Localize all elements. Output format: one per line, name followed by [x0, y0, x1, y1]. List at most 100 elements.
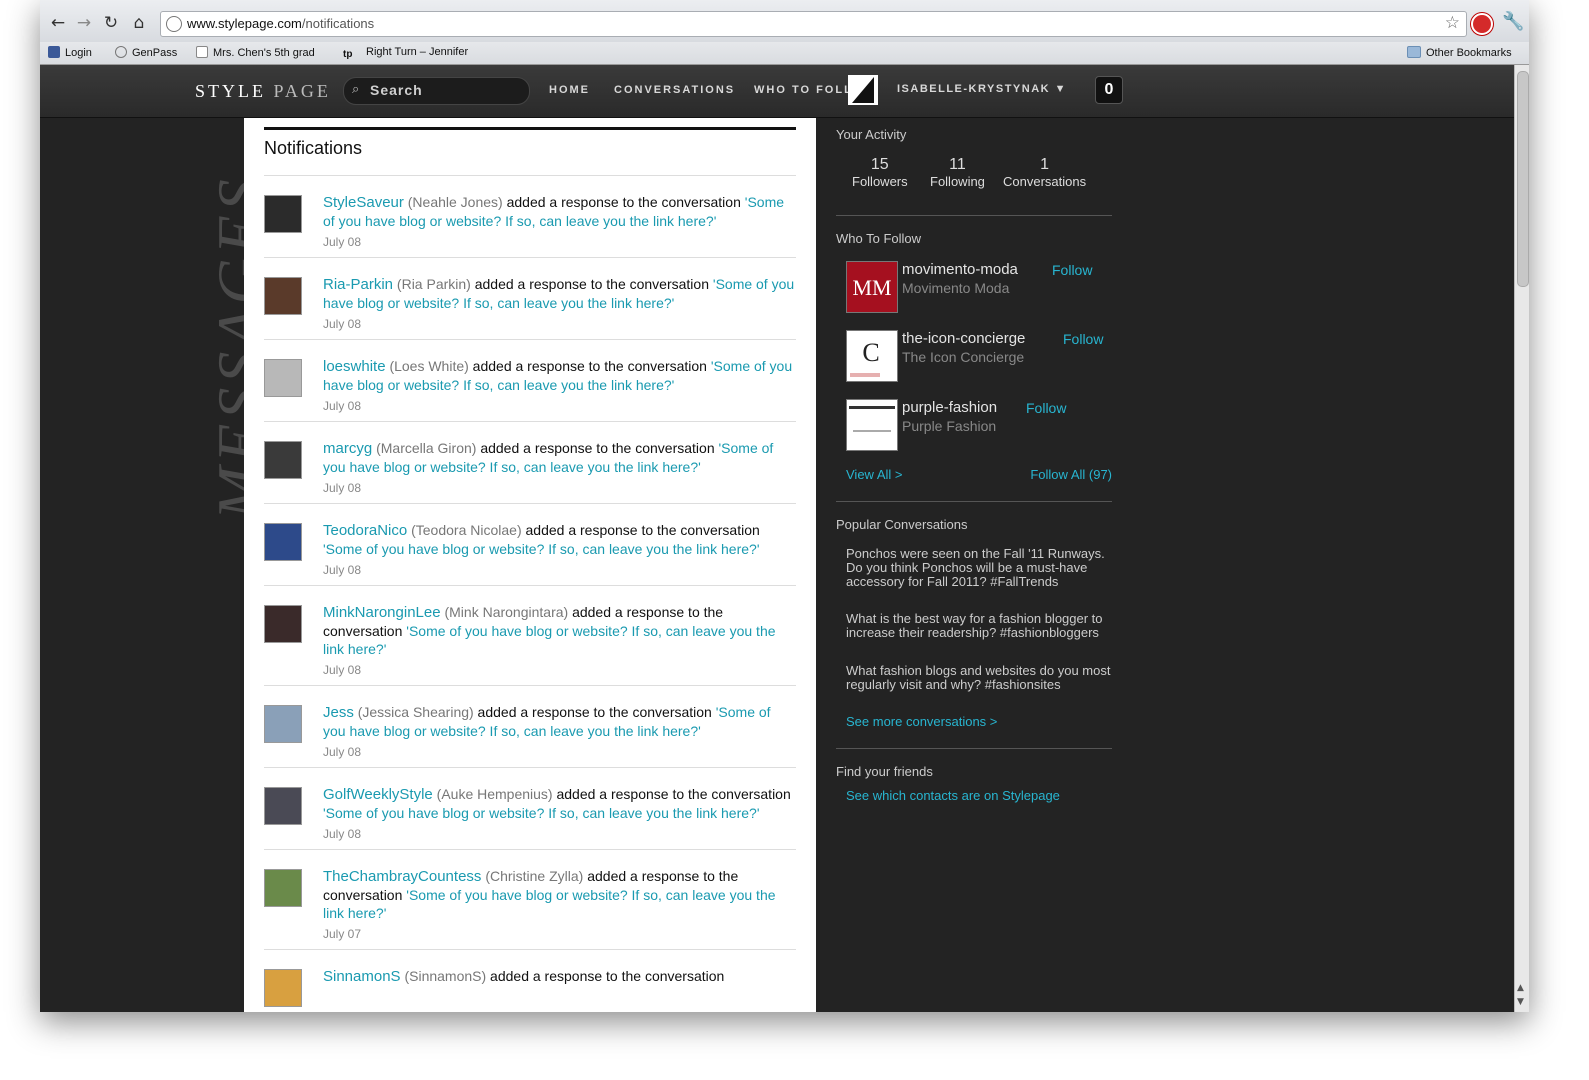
back-arrow-icon[interactable]: ←: [47, 12, 69, 34]
stat-conversations[interactable]: 1 Conversations: [1003, 156, 1086, 189]
user-avatar[interactable]: [264, 441, 302, 479]
notifications-panel: Notifications StyleSaveur (Neahle Jones)…: [244, 118, 816, 1012]
page-scrollbar[interactable]: ▲ ▼: [1514, 65, 1529, 1012]
notification-text: StyleSaveur (Neahle Jones) added a respo…: [323, 193, 796, 230]
suggestion-username[interactable]: movimento-moda: [902, 261, 1018, 278]
search-input[interactable]: [368, 81, 522, 99]
follow-button[interactable]: Follow: [1063, 331, 1103, 347]
purple-fashion-avatar[interactable]: [846, 399, 898, 451]
user-avatar[interactable]: [264, 277, 302, 315]
notification-date: July 08: [323, 399, 362, 413]
find-friends-title: Find your friends: [836, 764, 933, 779]
scroll-down-arrow-icon[interactable]: ▼: [1517, 997, 1524, 1007]
notification-date: July 08: [323, 317, 362, 331]
user-avatar[interactable]: [264, 523, 302, 561]
notification-text: Ria-Parkin (Ria Parkin) added a response…: [323, 275, 796, 312]
panel-top-rule: [264, 127, 796, 130]
popular-conversation[interactable]: What fashion blogs and websites do you m…: [846, 664, 1114, 692]
popular-conversation[interactable]: Ponchos were seen on the Fall '11 Runway…: [846, 547, 1114, 589]
user-avatar[interactable]: [264, 787, 302, 825]
wrench-icon[interactable]: 🔧: [1502, 11, 1524, 32]
stat-followers[interactable]: 15 Followers: [852, 156, 908, 189]
bookmark-tp-icon: tp: [343, 49, 353, 60]
nav-home[interactable]: HOME: [549, 84, 590, 96]
username-link[interactable]: StyleSaveur: [323, 194, 404, 211]
find-contacts-link[interactable]: See which contacts are on Stylepage: [846, 788, 1060, 803]
username-link[interactable]: GolfWeeklyStyle: [323, 786, 433, 803]
popular-conversations-title: Popular Conversations: [836, 517, 968, 532]
suggestion-movimento-moda: MM movimento-moda Follow Movimento Moda: [846, 261, 1112, 313]
notification-text: TeodoraNico (Teodora Nicolae) added a re…: [323, 521, 796, 558]
user-avatar[interactable]: [264, 195, 302, 233]
username-link[interactable]: SinnamonS: [323, 968, 401, 985]
stat-following[interactable]: 11 Following: [930, 156, 985, 189]
follow-button[interactable]: Follow: [1026, 400, 1066, 416]
movimento-moda-avatar[interactable]: MM: [846, 261, 898, 313]
user-avatar[interactable]: [264, 869, 302, 907]
scrollbar-thumb[interactable]: [1517, 71, 1529, 287]
user-avatar[interactable]: [264, 705, 302, 743]
username-link[interactable]: Ria-Parkin: [323, 276, 393, 293]
divider: [836, 501, 1112, 502]
bookmark-genpass[interactable]: GenPass: [115, 46, 177, 59]
stop-extension-icon[interactable]: [1471, 13, 1493, 35]
real-name: (Jessica Shearing): [357, 704, 474, 720]
username-link[interactable]: MinkNaronginLee: [323, 604, 441, 621]
notification-item: Ria-Parkin (Ria Parkin) added a response…: [264, 257, 796, 339]
suggestion-username[interactable]: the-icon-concierge: [902, 330, 1025, 347]
globe-icon: [166, 16, 182, 32]
suggestion-the-icon-concierge: C the-icon-concierge Follow The Icon Con…: [846, 330, 1112, 382]
bookmark-star-icon[interactable]: ☆: [1445, 13, 1460, 33]
notification-item: TeodoraNico (Teodora Nicolae) added a re…: [264, 503, 796, 585]
divider: [836, 215, 1112, 216]
divider: [836, 748, 1112, 749]
notification-item: TheChambrayCountess (Christine Zylla) ad…: [264, 849, 796, 949]
suggestion-purple-fashion: purple-fashion Follow Purple Fashion: [846, 399, 1112, 451]
follow-all-link[interactable]: Follow All (97): [1030, 467, 1112, 482]
scroll-up-arrow-icon[interactable]: ▲: [1517, 983, 1524, 993]
conversation-link[interactable]: 'Some of you have blog or website? If so…: [323, 541, 760, 557]
username-link[interactable]: loeswhite: [323, 358, 386, 375]
icon-concierge-avatar[interactable]: C: [846, 330, 898, 382]
site-search[interactable]: ⌕: [343, 77, 530, 105]
notification-date: July 07: [323, 927, 362, 941]
real-name: (Christine Zylla): [485, 868, 584, 884]
bookmark-right-turn[interactable]: tp Right Turn – Jennifer: [343, 46, 468, 61]
follow-button[interactable]: Follow: [1052, 262, 1092, 278]
notification-text: TheChambrayCountess (Christine Zylla) ad…: [323, 867, 796, 922]
notifications-list: StyleSaveur (Neahle Jones) added a respo…: [264, 175, 796, 1007]
action-text: added a response to the conversation: [476, 440, 719, 456]
user-avatar[interactable]: [264, 605, 302, 643]
see-more-conversations-link[interactable]: See more conversations >: [846, 714, 997, 729]
user-menu[interactable]: ISABELLE-KRYSTYNAK ▼: [897, 83, 1067, 95]
conversation-link[interactable]: 'Some of you have blog or website? If so…: [323, 805, 760, 821]
username-link[interactable]: marcyg: [323, 440, 372, 457]
username-link[interactable]: Jess: [323, 704, 354, 721]
forward-arrow-icon[interactable]: →: [73, 12, 95, 34]
username-link[interactable]: TeodoraNico: [323, 522, 407, 539]
view-all-link[interactable]: View All >: [846, 467, 903, 482]
real-name: (Teodora Nicolae): [411, 522, 522, 538]
home-icon[interactable]: ⌂: [128, 12, 150, 34]
action-text: added a response to the conversation: [552, 786, 791, 802]
notification-item: loeswhite (Loes White) added a response …: [264, 339, 796, 421]
svg-text:C: C: [862, 338, 879, 367]
bookmark-mrs-chen[interactable]: Mrs. Chen's 5th grad: [196, 46, 315, 59]
user-avatar[interactable]: [264, 969, 302, 1007]
other-bookmarks[interactable]: Other Bookmarks: [1407, 46, 1512, 59]
popular-conversation[interactable]: What is the best way for a fashion blogg…: [846, 612, 1114, 640]
bookmark-login[interactable]: Login: [48, 46, 92, 59]
reload-icon[interactable]: ↻: [100, 12, 122, 34]
notification-date: July 08: [323, 563, 362, 577]
user-avatar[interactable]: [264, 359, 302, 397]
nav-conversations[interactable]: CONVERSATIONS: [614, 84, 735, 96]
stylepage-logo[interactable]: STYLE PAGE: [195, 81, 331, 102]
notification-count-badge[interactable]: 0: [1095, 76, 1123, 104]
nav-who-to-follow[interactable]: WHO TO FOLL: [754, 84, 853, 96]
username-link[interactable]: TheChambrayCountess: [323, 868, 481, 885]
action-text: added a response to the conversation: [486, 968, 725, 984]
notification-item: SinnamonS (SinnamonS) added a response t…: [264, 949, 796, 1007]
address-bar[interactable]: www.stylepage.com/notifications ☆: [160, 11, 1467, 37]
notification-item: marcyg (Marcella Giron) added a response…: [264, 421, 796, 503]
suggestion-username[interactable]: purple-fashion: [902, 399, 997, 416]
